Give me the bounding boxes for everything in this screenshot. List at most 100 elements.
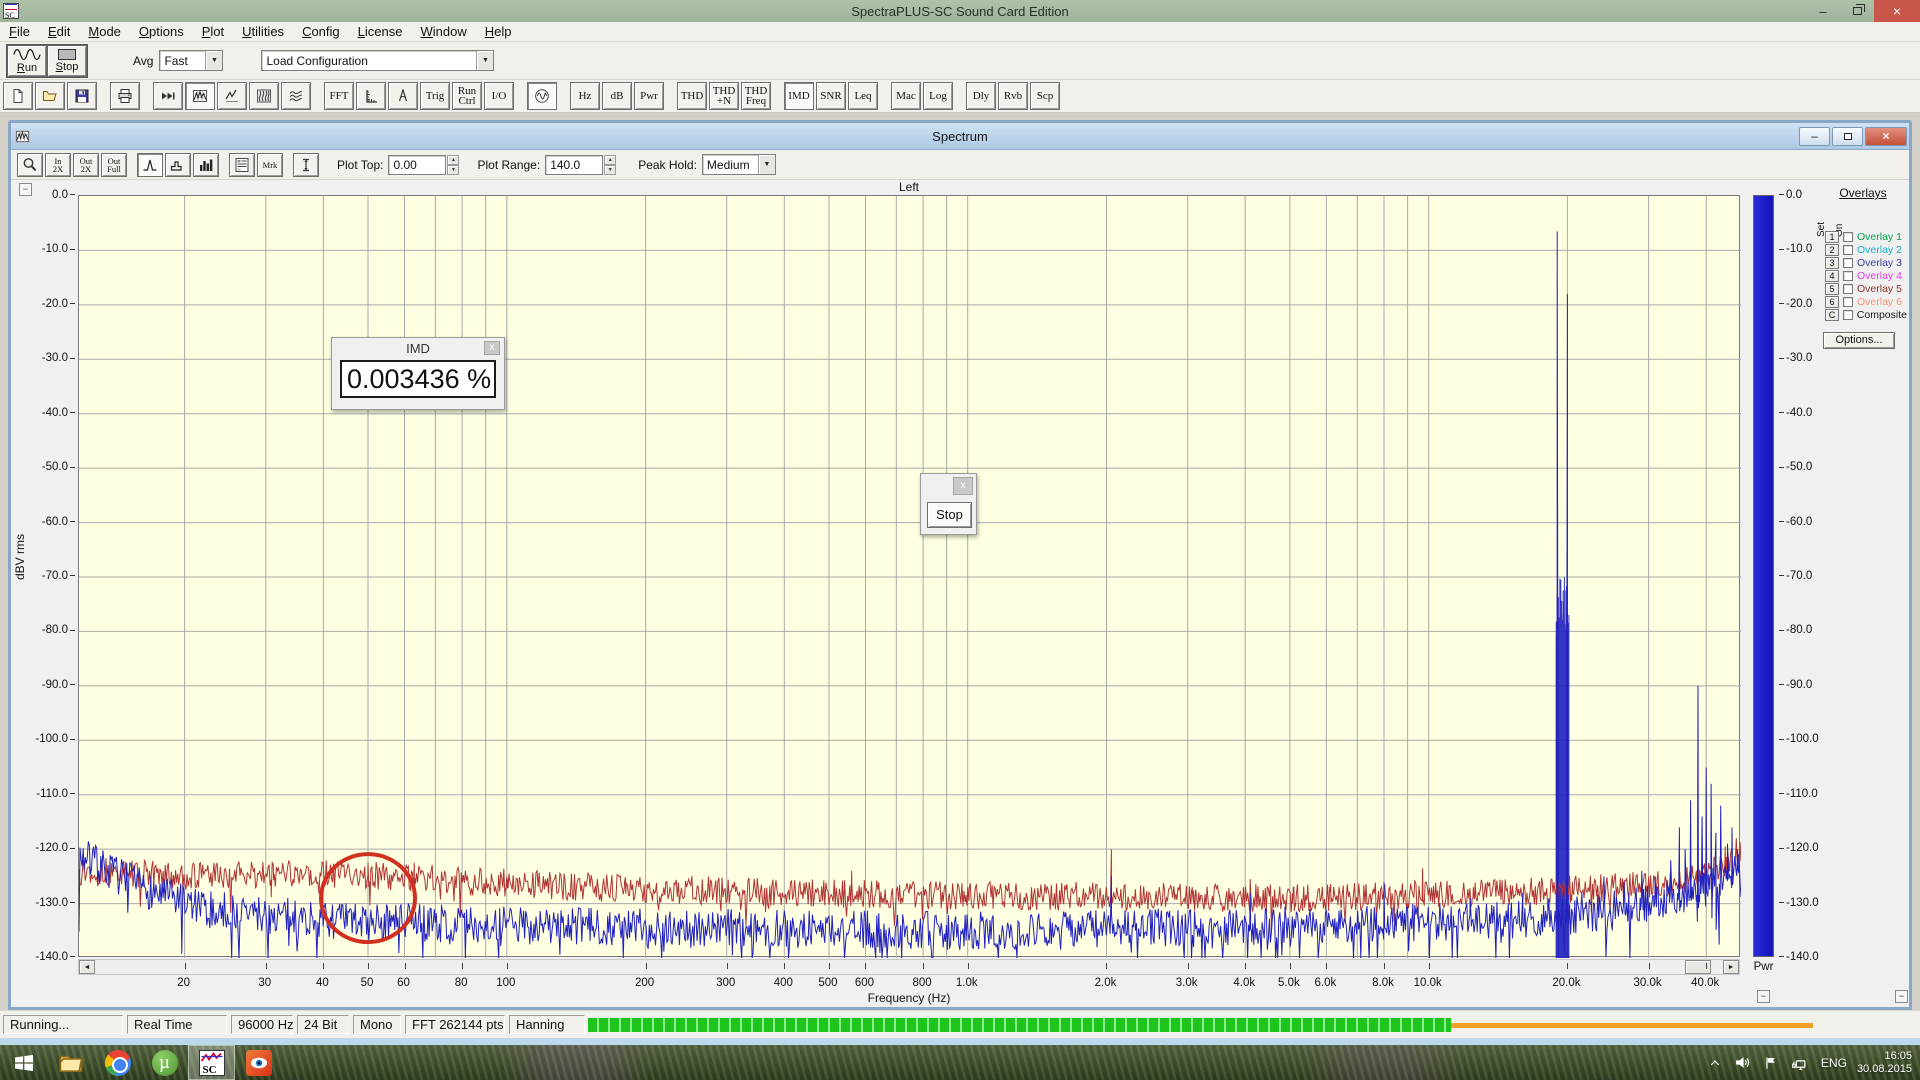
marker-button[interactable]: Mrk xyxy=(257,153,283,177)
menu-window[interactable]: Window xyxy=(411,22,475,42)
network-icon[interactable] xyxy=(1787,1051,1811,1075)
overlay-checkbox-1[interactable] xyxy=(1843,232,1853,242)
plot-area[interactable] xyxy=(78,195,1740,957)
close-icon[interactable]: x xyxy=(484,341,500,355)
avg-select[interactable]: Fast ▼ xyxy=(159,50,223,71)
plot-top-spinner[interactable]: ▲▼ xyxy=(447,155,459,175)
collapse-power-button[interactable]: − xyxy=(1757,990,1770,1003)
snr-button[interactable]: SNR xyxy=(816,82,846,110)
logging-button[interactable]: Log xyxy=(923,82,953,110)
plot-top-input[interactable]: 0.00 xyxy=(388,155,446,175)
chrome-taskbar-button[interactable] xyxy=(94,1045,141,1080)
phase-view-button[interactable] xyxy=(217,82,247,110)
scale-settings-button[interactable] xyxy=(356,82,386,110)
restore-icon[interactable] xyxy=(1840,0,1874,22)
overlay-set-button-5[interactable]: 5 xyxy=(1825,283,1839,295)
chevron-down-icon[interactable]: ▼ xyxy=(758,155,775,174)
zoom-in-2x-button[interactable]: In2X xyxy=(45,153,71,177)
overlay-set-button-4[interactable]: 4 xyxy=(1825,270,1839,282)
zoom-out-full-button[interactable]: OutFull xyxy=(101,153,127,177)
overlay-set-button-3[interactable]: 3 xyxy=(1825,257,1839,269)
power-readout-button[interactable]: Pwr xyxy=(634,82,664,110)
menu-options[interactable]: Options xyxy=(130,22,193,42)
new-file-button[interactable] xyxy=(3,82,33,110)
menu-config[interactable]: Config xyxy=(293,22,349,42)
thd-button[interactable]: THD xyxy=(677,82,707,110)
close-icon[interactable]: x xyxy=(953,477,973,495)
zoom-out-2x-button[interactable]: Out2X xyxy=(73,153,99,177)
signal-generator-button[interactable] xyxy=(527,82,557,110)
io-settings-button[interactable]: I/O xyxy=(484,82,514,110)
overlay-checkbox-3[interactable] xyxy=(1843,258,1853,268)
chevron-down-icon[interactable]: ▼ xyxy=(205,51,222,70)
file-explorer-taskbar-button[interactable] xyxy=(47,1045,94,1080)
imd-dialog-titlebar[interactable]: IMD x xyxy=(332,338,504,358)
spectrum-titlebar[interactable]: Spectrum – × xyxy=(11,123,1909,150)
chevron-down-icon[interactable]: ▼ xyxy=(476,51,493,70)
plot-style-line-button[interactable] xyxy=(137,153,163,177)
overlay-set-button-C[interactable]: C xyxy=(1825,309,1839,321)
menu-file[interactable]: File xyxy=(0,22,39,42)
utorrent-taskbar-button[interactable]: µ xyxy=(141,1045,188,1080)
image-viewer-taskbar-button[interactable] xyxy=(235,1045,282,1080)
macro-button[interactable]: Mac xyxy=(891,82,921,110)
vertical-scale-button[interactable] xyxy=(293,153,319,177)
fft-settings-button[interactable]: FFT xyxy=(324,82,354,110)
overlay-checkbox-C[interactable] xyxy=(1843,310,1853,320)
plot-style-bar-button[interactable] xyxy=(193,153,219,177)
zoom-mode-button[interactable] xyxy=(17,153,43,177)
frequency-scrollbar[interactable]: ◄ ► xyxy=(78,959,1740,975)
stop-button[interactable]: Stop xyxy=(47,45,87,77)
overlay-checkbox-4[interactable] xyxy=(1843,271,1853,281)
collapse-overlays-button[interactable]: − xyxy=(1895,990,1908,1003)
process-speed-button[interactable] xyxy=(153,82,183,110)
thd-plus-n-button[interactable]: THD+N xyxy=(709,82,739,110)
restore-icon[interactable] xyxy=(1832,127,1863,146)
load-configuration-select[interactable]: Load Configuration ▼ xyxy=(261,50,494,71)
overlay-set-button-1[interactable]: 1 xyxy=(1825,231,1839,243)
plot-style-step-button[interactable] xyxy=(165,153,191,177)
close-icon[interactable]: × xyxy=(1874,0,1920,22)
overlay-checkbox-6[interactable] xyxy=(1843,297,1853,307)
close-icon[interactable]: × xyxy=(1865,127,1907,146)
display-options-button[interactable] xyxy=(229,153,255,177)
open-file-button[interactable] xyxy=(35,82,65,110)
action-center-flag-icon[interactable] xyxy=(1759,1051,1783,1075)
run-button[interactable]: Run xyxy=(7,45,47,77)
menu-utilities[interactable]: Utilities xyxy=(233,22,293,42)
run-control-button[interactable]: RunCtrl xyxy=(452,82,482,110)
overlay-checkbox-5[interactable] xyxy=(1843,284,1853,294)
generator-stop-button[interactable]: Stop xyxy=(927,502,972,528)
overlay-set-button-2[interactable]: 2 xyxy=(1825,244,1839,256)
trigger-button[interactable]: Trig xyxy=(420,82,450,110)
scope-button[interactable]: Scp xyxy=(1030,82,1060,110)
minimize-icon[interactable]: – xyxy=(1806,0,1840,22)
start-taskbar-button[interactable] xyxy=(0,1045,47,1080)
imd-button[interactable]: IMD xyxy=(784,82,814,110)
menu-license[interactable]: License xyxy=(349,22,412,42)
minimize-icon[interactable]: – xyxy=(1799,127,1830,146)
overlay-set-button-6[interactable]: 6 xyxy=(1825,296,1839,308)
overlays-options-button[interactable]: Options... xyxy=(1823,332,1895,349)
delay-button[interactable]: Dly xyxy=(966,82,996,110)
menu-edit[interactable]: Edit xyxy=(39,22,79,42)
print-button[interactable] xyxy=(110,82,140,110)
scroll-right-icon[interactable]: ► xyxy=(1723,960,1739,974)
plot-range-spinner[interactable]: ▲▼ xyxy=(604,155,616,175)
spectrogram-view-button[interactable] xyxy=(249,82,279,110)
frequency-readout-button[interactable]: Hz xyxy=(570,82,600,110)
plot-range-input[interactable]: 140.0 xyxy=(545,155,603,175)
peak-hold-select[interactable]: Medium ▼ xyxy=(702,154,776,175)
language-indicator[interactable]: ENG xyxy=(1815,1056,1853,1070)
clock[interactable]: 16:0530.08.2015 xyxy=(1857,1050,1912,1076)
volume-icon[interactable] xyxy=(1731,1051,1755,1075)
spectraplus-taskbar-button[interactable]: SC xyxy=(188,1045,235,1080)
menu-plot[interactable]: Plot xyxy=(193,22,233,42)
save-file-button[interactable] xyxy=(67,82,97,110)
menu-mode[interactable]: Mode xyxy=(79,22,130,42)
reverb-button[interactable]: Rvb xyxy=(998,82,1028,110)
menu-help[interactable]: Help xyxy=(476,22,521,42)
thd-freq-button[interactable]: THDFreq xyxy=(741,82,771,110)
collapse-plot-button[interactable]: − xyxy=(19,183,32,196)
leq-button[interactable]: Leq xyxy=(848,82,878,110)
